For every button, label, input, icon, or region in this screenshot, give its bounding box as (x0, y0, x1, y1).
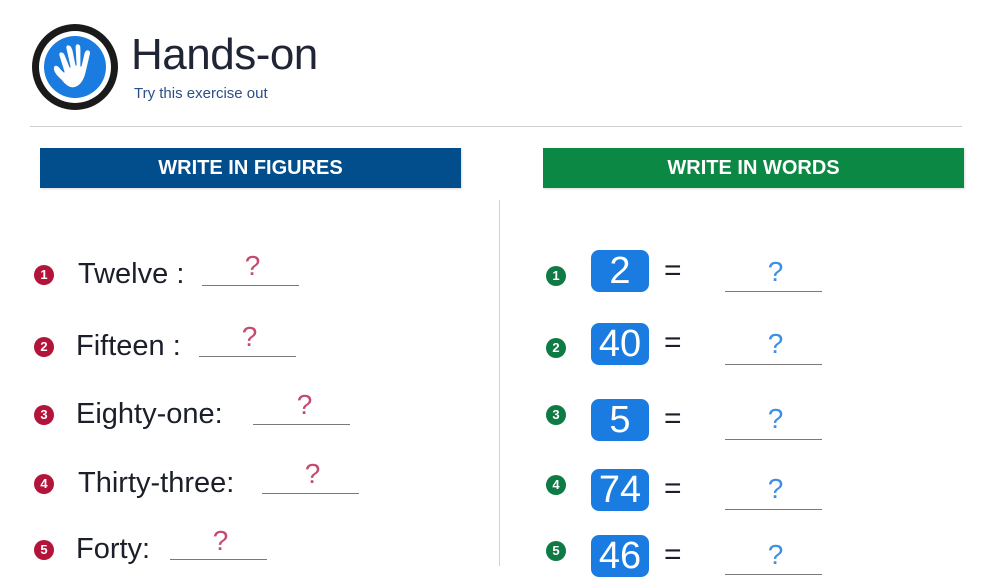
item-number-badge: 5 (546, 541, 566, 561)
item-number-badge: 1 (34, 265, 54, 285)
answer-placeholder[interactable]: ? (727, 403, 824, 435)
number-box: 40 (591, 323, 649, 365)
header-divider (30, 126, 962, 127)
answer-placeholder[interactable]: ? (727, 473, 824, 505)
word-label: Eighty-one: (76, 398, 223, 430)
item-number-badge: 4 (546, 475, 566, 495)
answer-placeholder[interactable]: ? (256, 389, 353, 421)
page-title: Hands-on (131, 30, 318, 79)
number-box: 2 (591, 250, 649, 292)
item-number-badge: 5 (34, 540, 54, 560)
page-subtitle: Try this exercise out (134, 85, 268, 102)
answer-placeholder[interactable]: ? (727, 328, 824, 360)
item-number-badge: 2 (546, 338, 566, 358)
answer-placeholder[interactable]: ? (172, 525, 269, 557)
write-in-figures-header: WRITE IN FIGURES (40, 148, 461, 188)
equals-sign: = (664, 402, 682, 435)
word-label: Twelve : (78, 258, 185, 290)
answer-line (253, 424, 350, 425)
hand-icon (52, 43, 92, 89)
answer-line (725, 439, 822, 440)
answer-placeholder[interactable]: ? (264, 458, 361, 490)
answer-line (170, 559, 267, 560)
equals-sign: = (664, 254, 682, 287)
item-number-badge: 1 (546, 266, 566, 286)
answer-placeholder[interactable]: ? (727, 256, 824, 288)
equals-sign: = (664, 538, 682, 571)
equals-sign: = (664, 326, 682, 359)
item-number-badge: 2 (34, 337, 54, 357)
answer-placeholder[interactable]: ? (204, 250, 301, 282)
answer-placeholder[interactable]: ? (727, 539, 824, 571)
answer-line (262, 493, 359, 494)
item-number-badge: 3 (34, 405, 54, 425)
column-divider (499, 200, 500, 566)
number-box: 46 (591, 535, 649, 577)
word-label: Forty: (76, 533, 151, 565)
answer-line (725, 364, 822, 365)
item-number-badge: 4 (34, 474, 54, 494)
number-box: 5 (591, 399, 649, 441)
hand-logo (32, 24, 118, 110)
equals-sign: = (664, 472, 682, 505)
answer-line (725, 291, 822, 292)
item-number-badge: 3 (546, 405, 566, 425)
answer-line (725, 574, 822, 575)
write-in-words-header: WRITE IN WORDS (543, 148, 964, 188)
answer-placeholder[interactable]: ? (201, 321, 298, 353)
word-label: Thirty-three: (78, 467, 235, 499)
number-box: 74 (591, 469, 649, 511)
answer-line (202, 285, 299, 286)
answer-line (199, 356, 296, 357)
word-label: Fifteen : (76, 330, 181, 362)
answer-line (725, 509, 822, 510)
